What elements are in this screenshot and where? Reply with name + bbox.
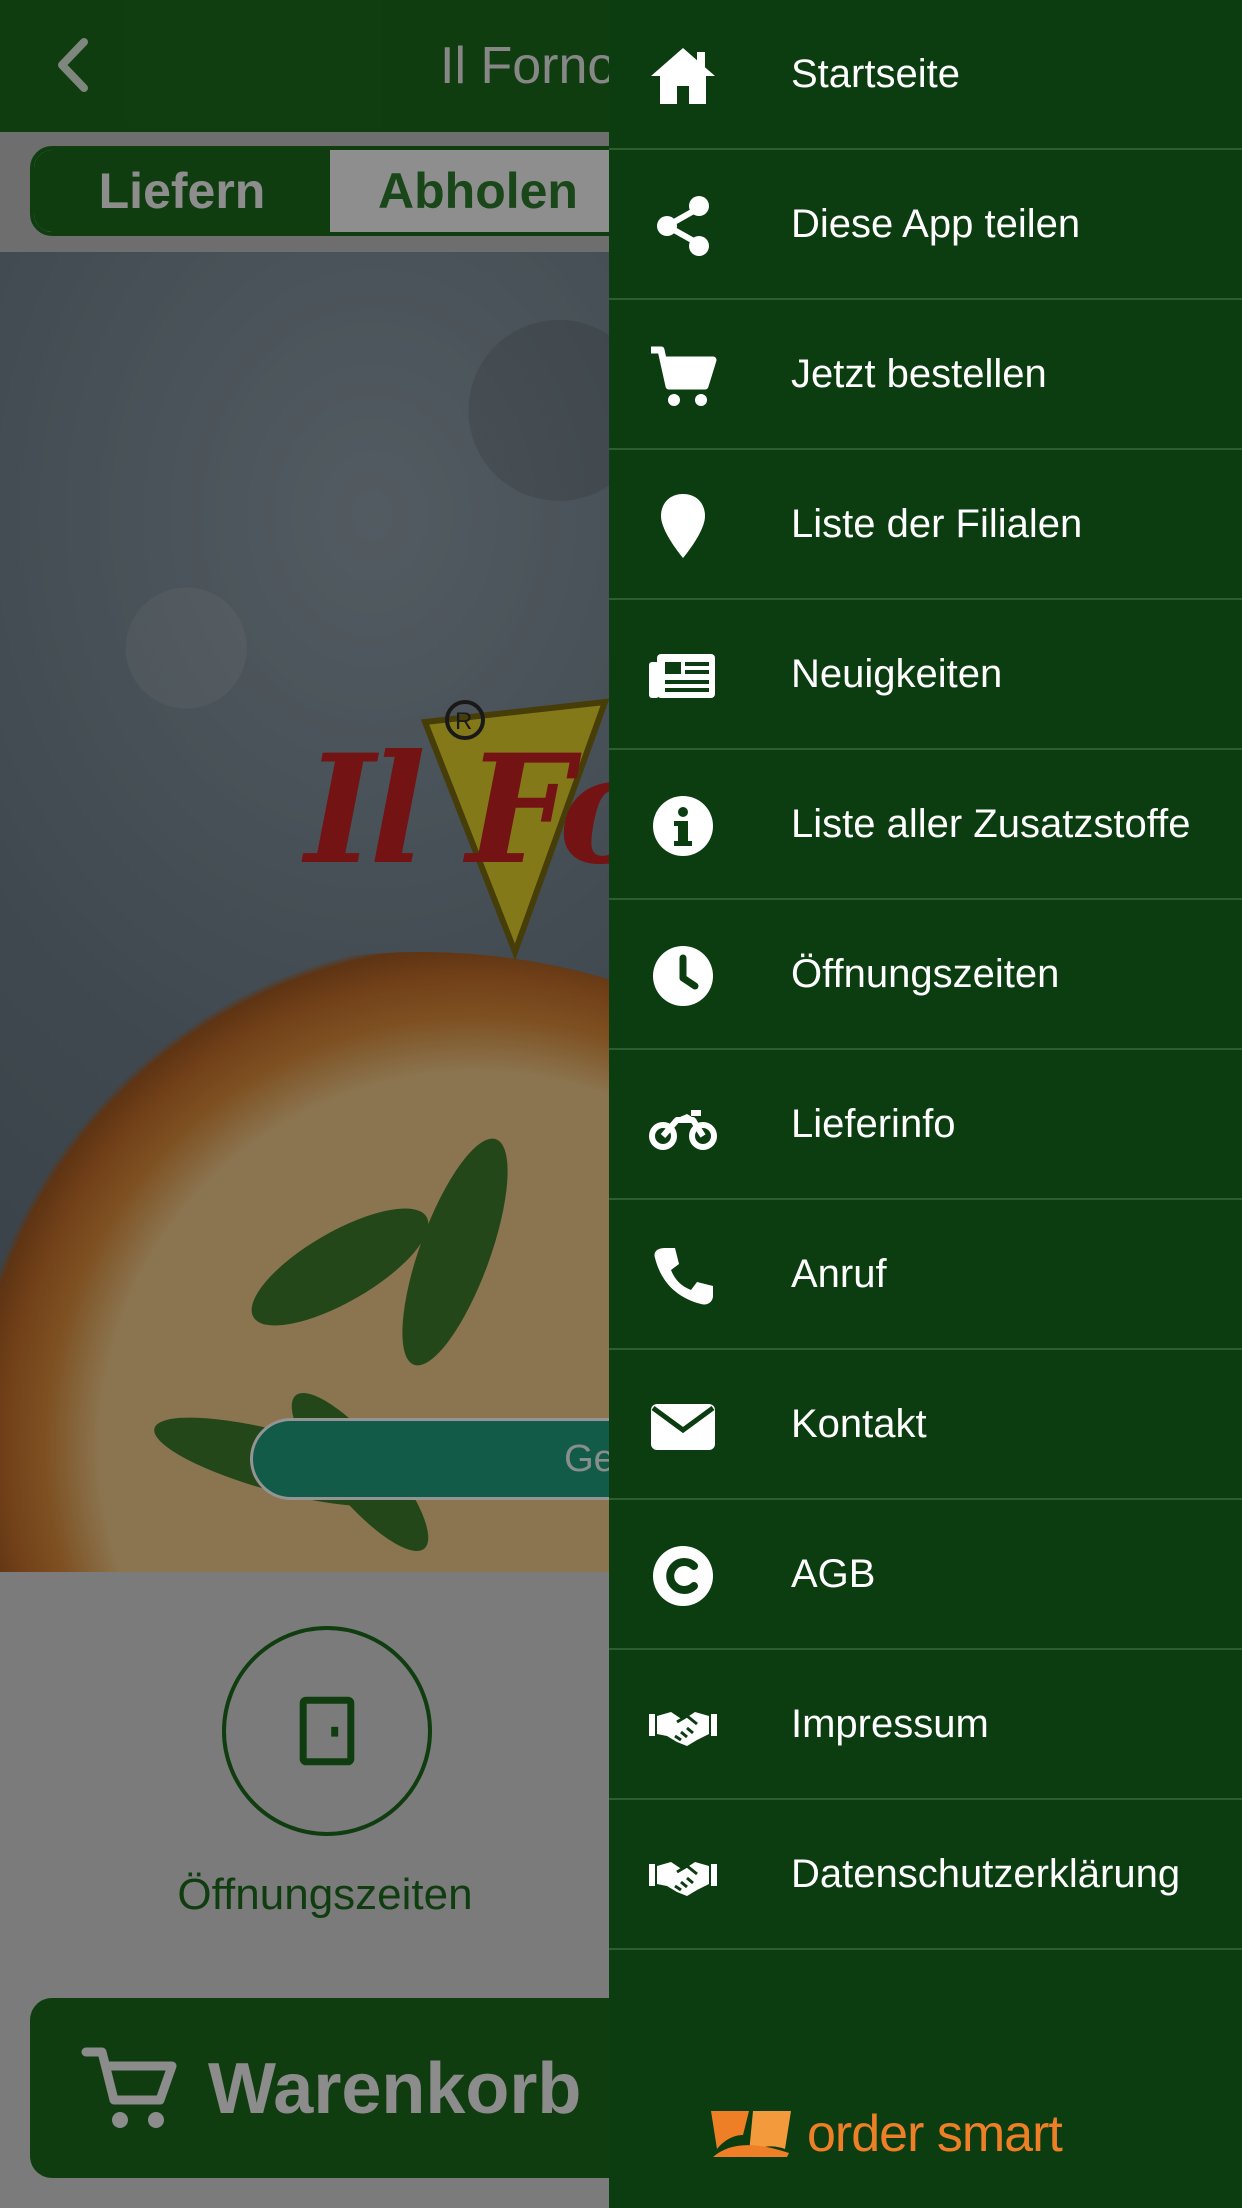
menu-item-call[interactable]: Anruf (609, 1200, 1242, 1350)
menu-item-order-now[interactable]: Jetzt bestellen (609, 300, 1242, 450)
drawer-menu: Startseite Diese App teilen Jetzt bestel… (609, 0, 1242, 1950)
newspaper-icon (647, 640, 719, 712)
handshake-icon (647, 1840, 719, 1912)
menu-item-label: Lieferinfo (791, 1101, 956, 1146)
menu-item-startseite[interactable]: Startseite (609, 0, 1242, 150)
menu-item-label: Jetzt bestellen (791, 351, 1047, 396)
brand-text: order smart (807, 2105, 1063, 2163)
envelope-icon (647, 1390, 719, 1462)
menu-item-label: Impressum (791, 1701, 989, 1746)
menu-item-opening-hours[interactable]: Öffnungszeiten (609, 900, 1242, 1050)
location-pin-icon (647, 490, 719, 562)
menu-item-label: Liste der Filialen (791, 501, 1083, 546)
menu-item-contact[interactable]: Kontakt (609, 1350, 1242, 1500)
side-drawer: Startseite Diese App teilen Jetzt bestel… (609, 0, 1242, 2208)
menu-item-impressum[interactable]: Impressum (609, 1650, 1242, 1800)
menu-item-label: Diese App teilen (791, 201, 1081, 246)
info-icon (647, 790, 719, 862)
menu-item-branches[interactable]: Liste der Filialen (609, 450, 1242, 600)
order-smart-brand: order smart (709, 2104, 1063, 2164)
handshake-icon (647, 1690, 719, 1762)
menu-item-privacy[interactable]: Datenschutzerklärung (609, 1800, 1242, 1950)
menu-item-label: Liste aller Zusatzstoffe (791, 801, 1191, 846)
menu-item-label: Kontakt (791, 1401, 927, 1446)
order-smart-logo-icon (711, 2111, 791, 2157)
menu-item-label: Anruf (791, 1251, 887, 1296)
menu-item-delivery-info[interactable]: Lieferinfo (609, 1050, 1242, 1200)
phone-icon (647, 1240, 719, 1312)
share-icon (647, 190, 719, 262)
clock-icon (647, 940, 719, 1012)
menu-item-label: Neuigkeiten (791, 651, 1003, 696)
menu-item-label: Datenschutzerklärung (791, 1851, 1181, 1896)
cart-icon (647, 340, 719, 412)
menu-item-label: AGB (791, 1551, 876, 1596)
menu-item-additives[interactable]: Liste aller Zusatzstoffe (609, 750, 1242, 900)
motorcycle-icon (647, 1090, 719, 1162)
menu-item-agb[interactable]: AGB (609, 1500, 1242, 1650)
menu-item-label: Öffnungszeiten (791, 951, 1060, 996)
home-icon (647, 40, 719, 112)
copyright-icon (647, 1540, 719, 1612)
menu-item-news[interactable]: Neuigkeiten (609, 600, 1242, 750)
menu-item-share-app[interactable]: Diese App teilen (609, 150, 1242, 300)
menu-item-label: Startseite (791, 51, 960, 96)
